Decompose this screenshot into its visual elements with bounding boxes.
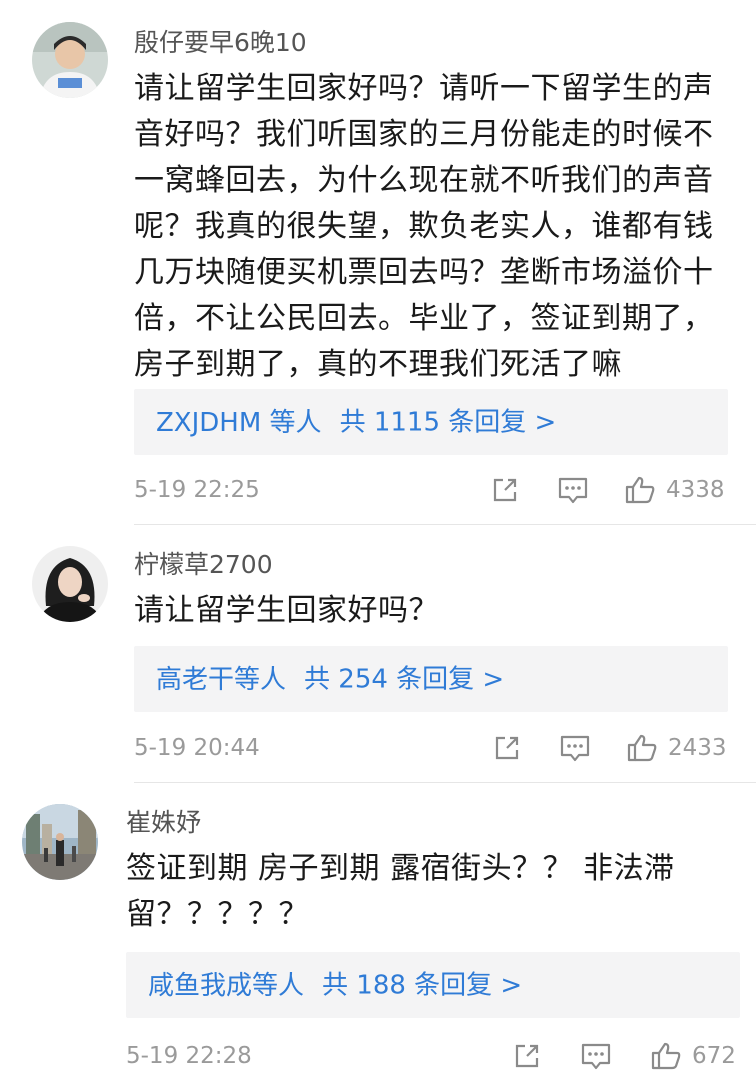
thumbs-up-icon [625, 476, 655, 504]
share-icon [493, 478, 517, 502]
like-count: 2433 [668, 735, 727, 761]
reply-button[interactable] [557, 470, 589, 510]
comment-meta: 5-19 22:25 4338 [0, 470, 756, 510]
comment-icon [560, 735, 590, 762]
street-photo-avatar-icon [22, 804, 98, 880]
comment-meta: 5-19 20:44 2433 [0, 728, 756, 768]
comment-icon [581, 1043, 611, 1070]
reply-summary-button[interactable]: ZXJDHM 等人共 1115 条回复 > [134, 389, 728, 455]
like-button[interactable]: 4338 [624, 470, 725, 510]
reply-users: 咸鱼我成等人 [148, 970, 305, 1001]
share-button[interactable] [512, 1036, 542, 1076]
reply-count: 共 188 条回复 > [322, 970, 523, 1001]
username[interactable]: 殷仔要早6晚10 [134, 28, 307, 58]
comment-line: 几万块随便买机票回去吗？垄断市场溢价十 [134, 255, 714, 290]
comment-item: 殷仔要早6晚10 请让留学生回家好吗？请听一下留学生的声 音好吗？我们听国家的三… [0, 0, 756, 526]
like-count: 4338 [666, 477, 725, 503]
reply-count: 共 1115 条回复 > [339, 407, 557, 438]
username[interactable]: 柠檬草2700 [134, 550, 273, 580]
timestamp: 5-19 22:25 [134, 477, 260, 503]
share-icon [495, 736, 519, 760]
comment-line: 请让留学生回家好吗？请听一下留学生的声 [134, 71, 714, 106]
reply-summary-button[interactable]: 高老干等人共 254 条回复 > [134, 646, 728, 712]
comment-text: 请让留学生回家好吗？ [134, 588, 439, 634]
comment-line: 签证到期 房子到期 露宿街头？？ 非法滞 [126, 851, 675, 886]
person-avatar-icon [32, 22, 108, 98]
comment-line: 一窝蜂回去，为什么现在就不听我们的声音 [134, 163, 714, 198]
comment-line: 留？？？？？ [126, 897, 309, 932]
avatar[interactable] [22, 804, 98, 880]
share-icon [515, 1044, 539, 1068]
comment-text: 签证到期 房子到期 露宿街头？？ 非法滞 留？？？？？ [126, 846, 675, 938]
thumbs-up-icon [651, 1042, 681, 1070]
reply-count: 共 254 条回复 > [304, 664, 505, 695]
comment-text: 请让留学生回家好吗？请听一下留学生的声 音好吗？我们听国家的三月份能走的时候不 … [134, 66, 714, 388]
like-button[interactable]: 2433 [626, 728, 727, 768]
reply-users: ZXJDHM 等人 [156, 407, 322, 438]
comment-line: 呢？我真的很失望，欺负老实人，谁都有钱 [134, 209, 714, 244]
divider [134, 524, 756, 525]
divider [134, 782, 756, 783]
comment-line: 倍，不让公民回去。毕业了，签证到期了， [134, 301, 714, 336]
like-button[interactable]: 672 [650, 1036, 736, 1076]
comment-line: 房子到期了，真的不理我们死活了嘛 [134, 347, 622, 382]
comment-icon [558, 477, 588, 504]
avatar[interactable] [32, 546, 108, 622]
thumbs-up-icon [627, 734, 657, 762]
share-button[interactable] [492, 728, 522, 768]
username[interactable]: 崔姝妤 [126, 808, 201, 838]
reply-button[interactable] [580, 1036, 612, 1076]
reply-button[interactable] [559, 728, 591, 768]
comment-item: 柠檬草2700 请让留学生回家好吗？ 高老干等人共 254 条回复 > 5-19… [0, 526, 756, 782]
comment-item: 崔姝妤 签证到期 房子到期 露宿街头？？ 非法滞 留？？？？？ 咸鱼我成等人共 … [0, 784, 756, 1088]
share-button[interactable] [490, 470, 520, 510]
reply-users: 高老干等人 [156, 664, 287, 695]
comment-line: 请让留学生回家好吗？ [134, 593, 439, 628]
comment-line: 音好吗？我们听国家的三月份能走的时候不 [134, 117, 714, 152]
timestamp: 5-19 22:28 [126, 1043, 252, 1069]
like-count: 672 [692, 1043, 736, 1069]
avatar[interactable] [32, 22, 108, 98]
person-avatar-icon [32, 546, 108, 622]
comment-meta: 5-19 22:28 672 [0, 1036, 756, 1076]
timestamp: 5-19 20:44 [134, 735, 260, 761]
reply-summary-button[interactable]: 咸鱼我成等人共 188 条回复 > [126, 952, 740, 1018]
